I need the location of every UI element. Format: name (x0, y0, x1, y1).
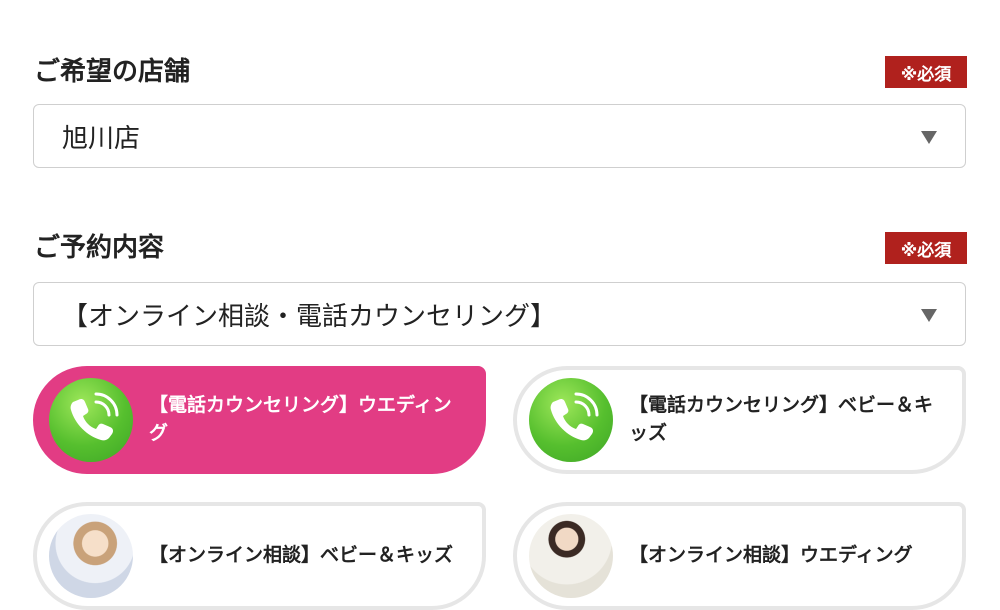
store-required-badge: ※必須 (885, 56, 967, 88)
option-online-baby-kids[interactable]: 【オンライン相談】ベビー＆キッズ (33, 502, 486, 610)
option-label: 【オンライン相談】ウエディング (629, 544, 913, 567)
option-label: 【電話カウンセリング】ウエディング (149, 394, 452, 444)
dropdown-arrow-icon (921, 309, 937, 322)
option-label: 【電話カウンセリング】ベビー＆キッズ (629, 394, 934, 444)
store-select[interactable]: 旭川店 (33, 104, 966, 168)
dropdown-arrow-icon (921, 131, 937, 144)
reservation-required-badge: ※必須 (885, 232, 967, 264)
phone-icon (529, 378, 613, 462)
option-online-wedding[interactable]: 【オンライン相談】ウエディング (513, 502, 966, 610)
option-phone-wedding[interactable]: 【電話カウンセリング】ウエディング (33, 366, 486, 474)
store-select-value: 旭川店 (62, 123, 141, 154)
reservation-select-value: 【オンライン相談・電話カウンセリング】 (62, 301, 557, 332)
option-label: 【オンライン相談】ベビー＆キッズ (149, 544, 454, 567)
reservation-label: ご予約内容 (34, 233, 165, 263)
option-phone-baby-kids[interactable]: 【電話カウンセリング】ベビー＆キッズ (513, 366, 966, 474)
phone-icon (49, 378, 133, 462)
consultant-photo (529, 514, 613, 598)
consultant-photo (49, 514, 133, 598)
store-label: ご希望の店舗 (34, 57, 191, 87)
reservation-select[interactable]: 【オンライン相談・電話カウンセリング】 (33, 282, 966, 346)
